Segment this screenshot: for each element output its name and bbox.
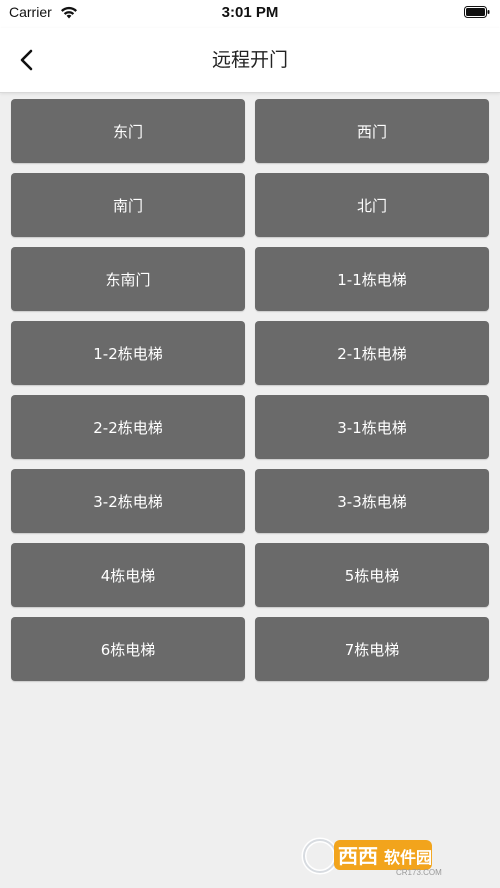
door-button[interactable]: 7栋电梯 xyxy=(255,617,489,681)
door-button[interactable]: 1-2栋电梯 xyxy=(11,321,245,385)
status-time: 3:01 PM xyxy=(221,4,279,21)
battery-icon xyxy=(464,6,490,18)
watermark-logo: 西西 软件园 CR173.COM xyxy=(301,837,442,877)
door-button[interactable]: 2-1栋电梯 xyxy=(255,321,489,385)
door-button[interactable]: 3-1栋电梯 xyxy=(255,395,489,459)
chevron-left-icon xyxy=(20,49,33,71)
door-button[interactable]: 北门 xyxy=(255,173,489,237)
door-button[interactable]: 东门 xyxy=(11,99,245,163)
door-button[interactable]: 5栋电梯 xyxy=(255,543,489,607)
door-button[interactable]: 1-1栋电梯 xyxy=(255,247,489,311)
door-button[interactable]: 南门 xyxy=(11,173,245,237)
page-title: 远程开门 xyxy=(211,49,288,71)
back-button[interactable] xyxy=(8,40,48,80)
nav-bar: 远程开门 xyxy=(0,28,500,93)
door-button[interactable]: 东南门 xyxy=(11,247,245,311)
door-button[interactable]: 6栋电梯 xyxy=(11,617,245,681)
door-button[interactable]: 4栋电梯 xyxy=(11,543,245,607)
door-button[interactable]: 3-2栋电梯 xyxy=(11,469,245,533)
status-bar: Carrier 3:01 PM xyxy=(0,0,500,28)
svg-text:西西: 西西 xyxy=(338,844,378,868)
door-button[interactable]: 西门 xyxy=(255,99,489,163)
svg-text:CR173.COM: CR173.COM xyxy=(396,868,442,877)
svg-text:软件园: 软件园 xyxy=(384,848,432,867)
door-button-grid: 东门 西门 南门 北门 东南门 1-1栋电梯 1-2栋电梯 2-1栋电梯 2-2… xyxy=(11,99,489,681)
screen: Carrier 3:01 PM 远程开门 东门 西门 南门 北门 东南门 1-1… xyxy=(0,0,500,888)
door-button[interactable]: 3-3栋电梯 xyxy=(255,469,489,533)
door-button[interactable]: 2-2栋电梯 xyxy=(11,395,245,459)
